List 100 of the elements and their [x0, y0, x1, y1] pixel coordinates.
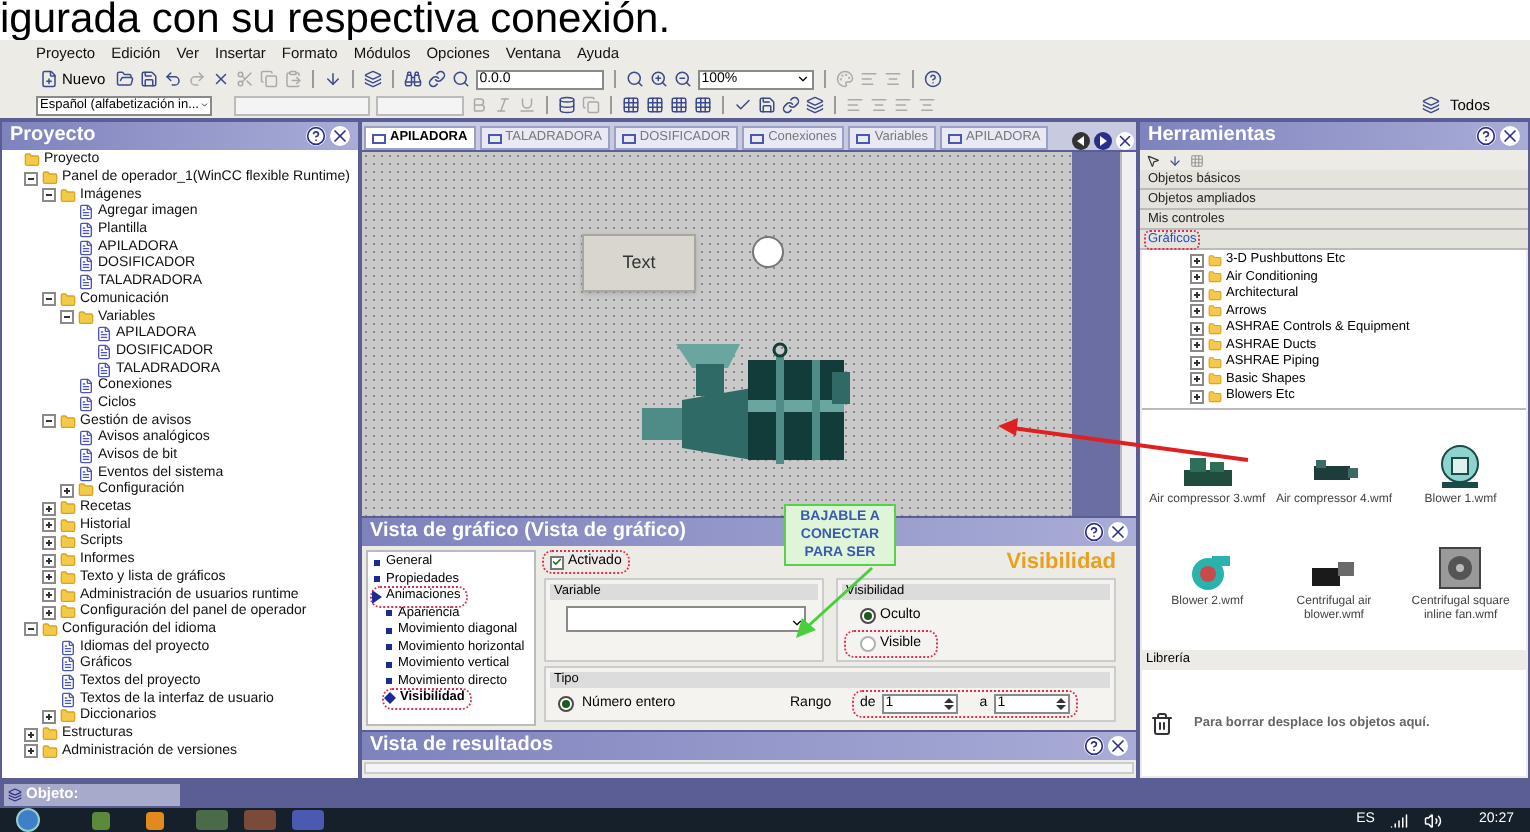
group-icon[interactable] — [622, 96, 640, 114]
motor-icon — [1307, 559, 1360, 591]
close-icon[interactable] — [1500, 126, 1520, 146]
expand-icon[interactable] — [1190, 270, 1204, 285]
ungroup-icon[interactable] — [646, 96, 664, 114]
expand-icon[interactable] — [1190, 321, 1204, 336]
expand-icon[interactable] — [1190, 287, 1204, 302]
check-icon[interactable] — [734, 96, 752, 114]
radio-button[interactable] — [860, 636, 876, 652]
open-icon[interactable] — [115, 70, 134, 88]
close-icon[interactable] — [1108, 736, 1128, 756]
collapse-icon[interactable] — [42, 188, 56, 203]
bullet-icon — [386, 661, 392, 668]
expand-icon[interactable] — [42, 570, 56, 585]
square-fan-icon — [1436, 543, 1485, 591]
expand-icon[interactable] — [24, 744, 38, 759]
variable-dropdown[interactable] — [566, 606, 806, 632]
expand-icon[interactable] — [42, 588, 56, 603]
close-icon[interactable] — [1108, 522, 1128, 542]
compile-icon[interactable] — [363, 70, 382, 88]
close-icon[interactable] — [330, 126, 350, 146]
text-button[interactable]: Text — [582, 234, 696, 292]
expand-icon[interactable] — [42, 535, 56, 550]
horizontal-scrollbar[interactable] — [364, 762, 1134, 774]
new-file-icon — [40, 70, 58, 88]
expand-icon[interactable] — [1190, 372, 1204, 387]
bullet-icon — [386, 644, 392, 651]
collapse-icon[interactable] — [42, 292, 56, 307]
app-icon[interactable] — [92, 811, 110, 829]
order-icon[interactable] — [694, 96, 712, 114]
bullet-icon — [386, 678, 392, 685]
close-icon[interactable] — [1116, 132, 1134, 150]
find-icon[interactable] — [403, 70, 422, 88]
help-icon[interactable] — [1476, 126, 1496, 146]
panel-title: Herramientas — [1148, 122, 1276, 150]
app-icon[interactable] — [146, 811, 164, 829]
bullet-icon — [386, 610, 392, 617]
expand-icon[interactable] — [1190, 355, 1204, 370]
expand-icon[interactable] — [1190, 304, 1204, 319]
collapse-icon[interactable] — [24, 171, 38, 186]
zoom-in-icon[interactable] — [649, 70, 668, 88]
bullet-icon — [374, 559, 380, 566]
radio-button[interactable] — [558, 696, 574, 712]
panel-title: Vista de gráfico (Vista de gráfico) — [370, 518, 687, 546]
pointer-icon[interactable] — [1146, 153, 1160, 167]
help-icon[interactable] — [1084, 736, 1104, 756]
bullet-icon — [386, 627, 392, 634]
fill-color-icon[interactable] — [835, 70, 854, 88]
collapse-icon[interactable] — [24, 622, 38, 637]
expand-icon[interactable] — [1190, 389, 1204, 404]
spin-arrows-icon[interactable] — [941, 696, 956, 712]
database-icon[interactable] — [558, 96, 576, 114]
layer-select-icon[interactable] — [1421, 96, 1440, 114]
scroll-left-icon[interactable] — [1072, 132, 1090, 150]
compressor-icon — [1181, 454, 1234, 490]
search-icon[interactable] — [451, 70, 470, 88]
anchor-icon[interactable] — [1168, 153, 1182, 167]
folder-icon — [60, 413, 76, 430]
connect-icon[interactable] — [782, 96, 800, 114]
collapse-icon[interactable] — [60, 310, 74, 325]
radio-button[interactable] — [860, 608, 876, 624]
volume-icon[interactable] — [1424, 811, 1443, 829]
panel-title: Proyecto — [10, 122, 96, 150]
layer-icon[interactable] — [670, 96, 688, 114]
spin-arrows-icon[interactable] — [1053, 696, 1068, 712]
delete-icon[interactable] — [211, 70, 230, 88]
collapse-icon[interactable] — [42, 414, 56, 429]
expand-icon[interactable] — [42, 709, 56, 724]
download-icon[interactable] — [323, 70, 342, 88]
panel-title: Vista de resultados — [370, 732, 554, 760]
expand-icon[interactable] — [42, 518, 56, 533]
start-button[interactable] — [16, 808, 40, 832]
diamond-bullet-icon — [384, 692, 396, 705]
help-icon[interactable] — [923, 70, 942, 88]
expand-icon[interactable] — [60, 483, 74, 498]
trash-icon[interactable] — [1150, 709, 1174, 737]
network-icon[interactable] — [1390, 811, 1409, 829]
help-icon[interactable] — [306, 126, 326, 146]
bullet-icon — [374, 576, 380, 583]
expand-icon[interactable] — [42, 553, 56, 568]
scroll-right-icon[interactable] — [1094, 132, 1112, 150]
layers-icon[interactable] — [806, 96, 824, 114]
object-icon — [8, 787, 22, 801]
caption-text: igurada con su respectiva conexión. — [0, 0, 671, 40]
expand-icon[interactable] — [24, 727, 38, 742]
expand-icon[interactable] — [42, 501, 56, 516]
section-heading: Visibilidad — [1006, 550, 1116, 574]
export-icon[interactable] — [758, 96, 776, 114]
zoom-fit-icon[interactable] — [625, 70, 644, 88]
blower-icon — [1436, 442, 1485, 490]
undo-icon[interactable] — [163, 70, 182, 88]
help-icon[interactable] — [1084, 522, 1104, 542]
save-icon[interactable] — [139, 70, 158, 88]
checkbox[interactable] — [550, 555, 564, 569]
expand-icon[interactable] — [42, 605, 56, 620]
link-icon[interactable] — [427, 70, 446, 88]
zoom-out-icon[interactable] — [673, 70, 692, 88]
expand-icon[interactable] — [1190, 338, 1204, 353]
vertical-scrollbar[interactable] — [1120, 152, 1136, 516]
expand-icon[interactable] — [1190, 253, 1204, 268]
